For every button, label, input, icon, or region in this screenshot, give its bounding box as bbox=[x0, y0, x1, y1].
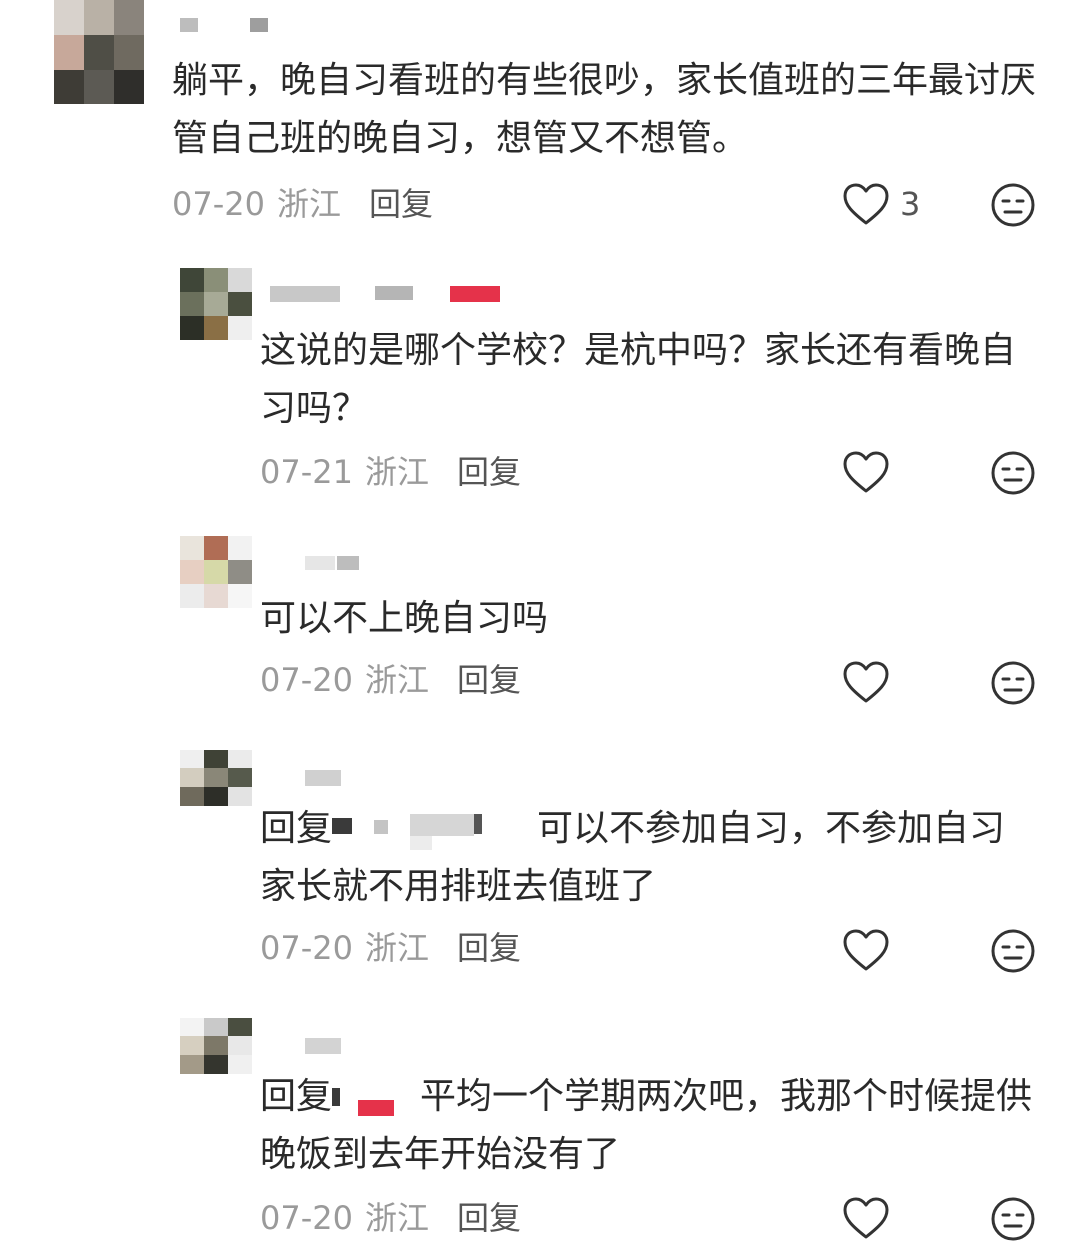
comment-text: 回复 平均一个学期两次吧，我那个时候提供晚饭到去年开始没有了 bbox=[260, 1068, 1040, 1184]
reply-prefix: 回复 bbox=[260, 808, 333, 849]
mentioned-user-redacted[interactable] bbox=[332, 810, 537, 850]
comment-text: 躺平，晚自习看班的有些很吵，家长值班的三年最讨厌管自己班的晚自习，想管又不想管。 bbox=[172, 60, 1037, 159]
unhappy-face-icon[interactable] bbox=[990, 660, 1036, 706]
comment-location: 浙江 bbox=[364, 453, 429, 491]
comment-meta: 07-20 浙江 回复 bbox=[172, 184, 433, 224]
unhappy-face-icon[interactable] bbox=[990, 450, 1036, 496]
reply-item: 回复 平均一个学期两次吧，我那个时候提供晚饭到去年开始没有了 07-20 浙江 回复 bbox=[0, 1008, 1080, 1259]
comment-meta: 07-20 浙江 回复 bbox=[260, 660, 521, 700]
heart-outline-icon bbox=[843, 661, 889, 703]
comment-text: 这说的是哪个学校？是杭中吗？家长还有看晚自习吗？ bbox=[260, 330, 1017, 429]
reply-item: 可以不上晚自习吗 07-20 浙江 回复 bbox=[0, 530, 1080, 720]
avatar[interactable] bbox=[180, 536, 252, 608]
reply-button[interactable]: 回复 bbox=[457, 453, 521, 491]
avatar[interactable] bbox=[180, 750, 252, 806]
comment-date: 07-20 bbox=[260, 929, 353, 967]
unhappy-face-icon[interactable] bbox=[990, 182, 1036, 228]
comment-date: 07-20 bbox=[260, 1199, 353, 1237]
comment-meta: 07-21 浙江 回复 bbox=[260, 452, 521, 492]
reply-prefix: 回复 bbox=[260, 1076, 333, 1117]
reply-button[interactable]: 回复 bbox=[369, 185, 433, 223]
username-redacted[interactable] bbox=[270, 286, 510, 302]
comment-text: 可以不上晚自习吗 bbox=[260, 598, 549, 639]
comment-location: 浙江 bbox=[364, 929, 429, 967]
heart-outline-icon bbox=[843, 451, 889, 493]
comment-location: 浙江 bbox=[276, 185, 341, 223]
reply-button[interactable]: 回复 bbox=[457, 661, 521, 699]
comment-location: 浙江 bbox=[364, 1199, 429, 1237]
unhappy-face-icon[interactable] bbox=[990, 1196, 1036, 1242]
comment-text: 回复 可以不参加自习，不参加自习家长就不用排班去值班了 bbox=[260, 800, 1040, 916]
like-button[interactable]: 3 bbox=[842, 182, 920, 226]
comment-date: 07-20 bbox=[172, 185, 265, 223]
comment-location: 浙江 bbox=[364, 661, 429, 699]
username-redacted[interactable] bbox=[305, 556, 365, 570]
comment-date: 07-21 bbox=[260, 453, 353, 491]
comment-meta: 07-20 浙江 回复 bbox=[260, 1198, 521, 1238]
mentioned-user-redacted[interactable] bbox=[332, 1078, 420, 1118]
like-count: 3 bbox=[900, 185, 921, 223]
like-button[interactable] bbox=[842, 928, 890, 972]
reply-item: 回复 可以不参加自习，不参加自习家长就不用排班去值班了 07-20 浙江 回复 bbox=[0, 740, 1080, 990]
username-redacted[interactable] bbox=[305, 1038, 345, 1054]
reply-button[interactable]: 回复 bbox=[457, 929, 521, 967]
comment-date: 07-20 bbox=[260, 661, 353, 699]
comment-item: 躺平，晚自习看班的有些很吵，家长值班的三年最讨厌管自己班的晚自习，想管又不想管。… bbox=[0, 0, 1080, 240]
like-button[interactable] bbox=[842, 1196, 890, 1240]
avatar[interactable] bbox=[54, 0, 144, 104]
comment-meta: 07-20 浙江 回复 bbox=[260, 928, 521, 968]
unhappy-face-icon[interactable] bbox=[990, 928, 1036, 974]
avatar[interactable] bbox=[180, 1018, 252, 1074]
heart-outline-icon bbox=[843, 1197, 889, 1239]
username-redacted[interactable] bbox=[305, 770, 345, 786]
avatar[interactable] bbox=[180, 268, 252, 340]
heart-outline-icon bbox=[843, 929, 889, 971]
reply-button[interactable]: 回复 bbox=[457, 1199, 521, 1237]
username-redacted[interactable] bbox=[180, 18, 270, 32]
like-button[interactable] bbox=[842, 660, 890, 704]
reply-item: 这说的是哪个学校？是杭中吗？家长还有看晚自习吗？ 07-21 浙江 回复 bbox=[0, 250, 1080, 510]
like-button[interactable] bbox=[842, 450, 890, 494]
heart-outline-icon bbox=[843, 183, 889, 225]
